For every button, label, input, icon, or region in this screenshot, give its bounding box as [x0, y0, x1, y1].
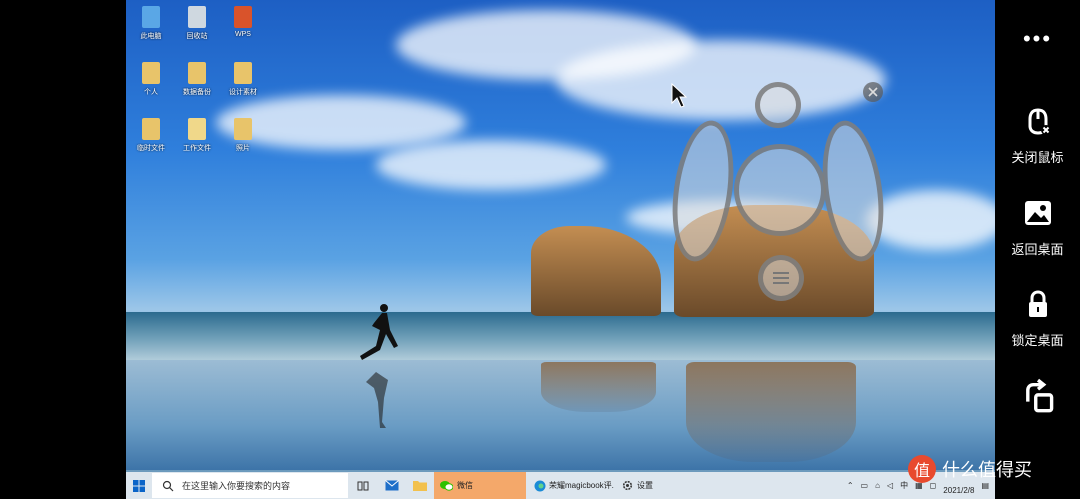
lock-icon	[1028, 290, 1047, 317]
move-pad[interactable]	[734, 144, 826, 236]
desktop-icon[interactable]: 个人	[126, 62, 176, 97]
more-menu-button[interactable]: •••	[995, 26, 1080, 52]
file-icon	[142, 6, 160, 28]
rotate-icon	[1025, 378, 1053, 413]
desktop-icon-label: 个人	[144, 89, 158, 96]
desktop-icon[interactable]: 数据备份	[172, 62, 222, 97]
desktop-icon-label: 回收站	[186, 33, 208, 40]
mouse-cursor	[671, 83, 687, 108]
desktop-icon[interactable]: 工作文件	[172, 118, 222, 153]
desktop-icon-label: 临时文件	[137, 145, 165, 152]
rock-reflection	[686, 362, 856, 462]
windows-taskbar: 在这里输入你要搜索的内容 微信 荣耀magicbook评... 设置 ⌃ ▭ ⌂…	[126, 472, 995, 499]
rotate-screen-button[interactable]	[995, 378, 1080, 419]
remote-control-side-panel: ••• 关闭鼠标 返回桌面 锁定桌面	[995, 0, 1080, 499]
folder-icon	[413, 481, 427, 491]
taskbar-edge[interactable]: 荣耀magicbook评...	[526, 472, 614, 499]
return-desktop-label: 返回桌面	[1011, 242, 1064, 257]
watermark-text: 什么值得买	[942, 460, 1032, 480]
runner-silhouette	[360, 304, 398, 428]
file-icon	[142, 62, 160, 84]
file-icon	[142, 118, 160, 140]
desktop-icon[interactable]: 临时文件	[126, 118, 176, 153]
file-icon	[234, 62, 252, 84]
desktop-icon-label: 数据备份	[183, 89, 211, 96]
file-explorer-button[interactable]	[406, 472, 434, 499]
close-floating-button[interactable]	[863, 82, 883, 102]
desktop-icon-label: 此电脑	[140, 33, 162, 40]
sea	[126, 312, 995, 364]
edge-browser-icon	[534, 480, 546, 491]
ime-indicator[interactable]: 中	[900, 480, 908, 491]
wechat-icon	[440, 481, 453, 491]
smzdm-logo: 值	[908, 455, 936, 483]
file-icon	[188, 62, 206, 84]
clock[interactable]: 2021/2/8	[943, 486, 974, 495]
cloud	[866, 190, 995, 250]
desktop-icon[interactable]: 此电脑	[126, 6, 176, 41]
left-black-bar	[0, 0, 126, 499]
windows-logo-icon	[133, 479, 145, 492]
windows-desktop[interactable]: 此电脑 个人 临时文件 回收站 数据备份 工作文件 WPS 设计素材 照片 在这…	[126, 0, 995, 499]
desktop-icon-label: 工作文件	[183, 145, 211, 152]
hamburger-icon	[773, 272, 789, 284]
site-watermark: 值 什么值得买	[908, 455, 1032, 483]
network-icon[interactable]: ⌂	[875, 481, 880, 490]
taskbar-settings[interactable]: 设置	[614, 472, 704, 499]
desktop-icon[interactable]: 设计素材	[218, 62, 268, 97]
desktop-icon-label: 设计素材	[229, 89, 257, 96]
mail-button[interactable]	[378, 472, 406, 499]
close-mouse-label: 关闭鼠标	[1011, 150, 1064, 165]
mouse-close-icon	[1028, 108, 1051, 135]
taskbar-item-label: 设置	[637, 481, 653, 490]
desktop-image-icon	[1024, 201, 1051, 225]
task-view-icon	[357, 481, 369, 490]
taskbar-wechat[interactable]: 微信	[434, 472, 526, 499]
cloud	[556, 40, 886, 120]
desktop-icon[interactable]: 回收站	[172, 6, 222, 41]
battery-icon[interactable]: ▭	[861, 481, 869, 490]
start-button[interactable]	[126, 472, 152, 499]
scroll-wheel-button[interactable]	[755, 82, 801, 128]
task-view-button[interactable]	[348, 472, 378, 499]
gear-icon	[622, 480, 633, 491]
return-desktop-button[interactable]: 返回桌面	[995, 198, 1080, 258]
file-icon	[188, 6, 206, 28]
rock-left	[531, 226, 661, 316]
file-icon	[234, 6, 252, 28]
file-icon	[188, 118, 206, 140]
lock-desktop-label: 锁定桌面	[1011, 333, 1064, 348]
rock-reflection	[541, 362, 656, 412]
taskbar-search-box[interactable]: 在这里输入你要搜索的内容	[152, 473, 348, 498]
close-icon	[868, 87, 878, 97]
mail-icon	[385, 480, 399, 491]
menu-button[interactable]	[758, 255, 804, 301]
chevron-up-icon[interactable]: ⌃	[847, 481, 854, 490]
lock-desktop-button[interactable]: 锁定桌面	[995, 289, 1080, 349]
desktop-icon-label: WPS	[235, 31, 251, 38]
desktop-icon-label: 照片	[236, 145, 250, 152]
desktop-icon[interactable]: 照片	[218, 118, 268, 153]
search-placeholder: 在这里输入你要搜索的内容	[182, 481, 291, 491]
taskbar-item-label: 荣耀magicbook评...	[549, 481, 614, 490]
taskbar-item-label: 微信	[457, 481, 473, 490]
close-mouse-button[interactable]: 关闭鼠标	[995, 106, 1080, 166]
cloud	[376, 140, 606, 190]
search-icon	[162, 480, 174, 491]
desktop-icon[interactable]: WPS	[218, 6, 268, 38]
volume-icon[interactable]: ◁	[887, 481, 893, 490]
file-icon	[234, 118, 252, 140]
